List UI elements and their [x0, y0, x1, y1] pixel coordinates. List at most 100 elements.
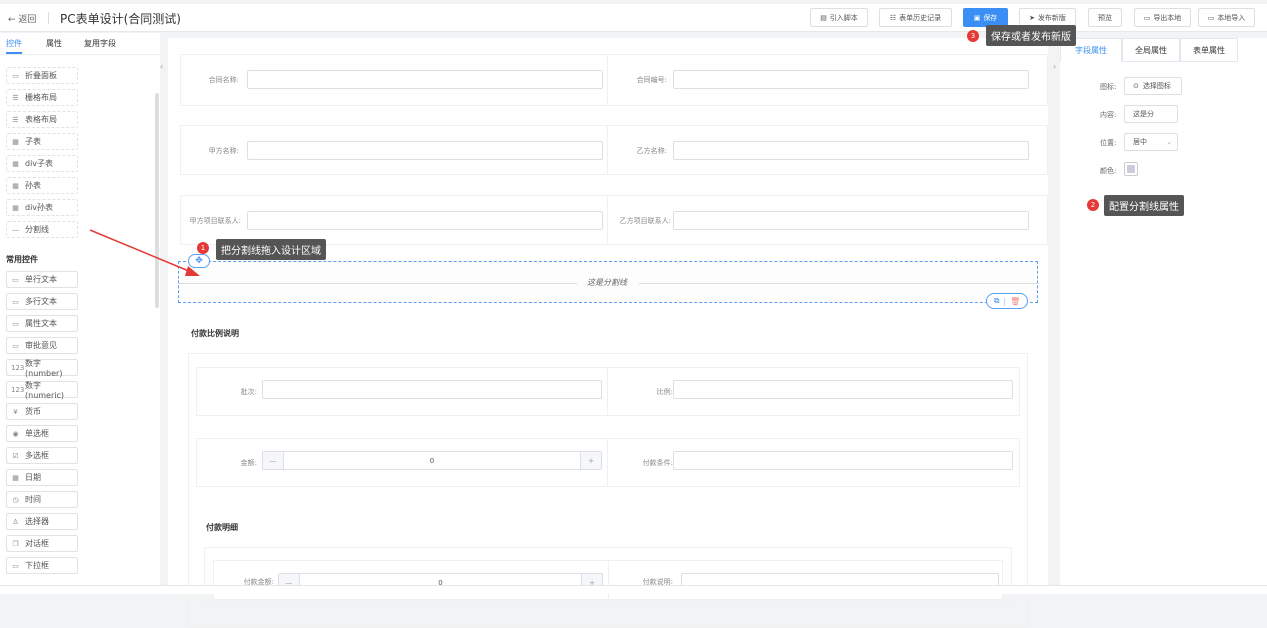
party-a-contact-input[interactable]	[247, 211, 603, 230]
search-icon: ⊙	[1133, 82, 1139, 90]
import-script-button[interactable]: ▤ 引入脚本	[810, 8, 868, 27]
tab-global-properties[interactable]: 全局属性	[1122, 38, 1180, 62]
position-select[interactable]: 居中 ⌄	[1124, 133, 1178, 151]
divider-line	[639, 283, 1039, 284]
amount-value[interactable]: 0	[283, 452, 581, 469]
batch-input[interactable]	[262, 380, 602, 399]
export-local-button[interactable]: ▭ 导出本地	[1134, 8, 1191, 27]
field-label: 乙方项目联系人:	[619, 217, 671, 225]
section-title: 付款明细	[206, 523, 238, 532]
component-item[interactable]: ♙ 选择器	[6, 513, 78, 530]
form-row: 甲方项目联系人: 乙方项目联系人:	[180, 195, 1048, 245]
component-item[interactable]: ▭ 下拉框	[6, 557, 78, 574]
tab-reuse-fields[interactable]: 复用字段	[84, 38, 116, 49]
component-item[interactable]: ▭ 多行文本	[6, 293, 78, 310]
button-label: 预览	[1098, 13, 1112, 22]
color-picker[interactable]	[1124, 162, 1138, 176]
ratio-input[interactable]	[673, 380, 1013, 399]
component-item[interactable]: ▦ div子表	[6, 155, 78, 172]
party-b-contact-input[interactable]	[673, 211, 1029, 230]
component-icon: ☰	[12, 93, 19, 102]
component-item[interactable]: ▭ 审批意见	[6, 337, 78, 354]
button-label: 本地导入	[1217, 13, 1246, 22]
tab-properties[interactable]: 属性	[46, 38, 62, 49]
divider-line	[179, 283, 577, 284]
component-item[interactable]: ◉ 单选框	[6, 425, 78, 442]
scrollbar[interactable]	[155, 93, 159, 308]
tab-form-properties[interactable]: 表单属性	[1180, 38, 1238, 62]
icon-label: 图标:	[1100, 83, 1117, 91]
component-label: 日期	[25, 473, 41, 482]
party-b-name-input[interactable]	[673, 141, 1029, 160]
delete-icon[interactable]: 🗑	[1010, 297, 1020, 306]
component-item[interactable]: ▦ div孙表	[6, 199, 78, 216]
component-item[interactable]: ☰ 表格布局	[6, 111, 78, 128]
content-label: 内容:	[1100, 111, 1117, 119]
button-label: 发布新版	[1037, 13, 1066, 22]
component-actions: ⧉ | 🗑	[986, 293, 1028, 309]
component-item[interactable]: ▭ 单行文本	[6, 271, 78, 288]
component-item[interactable]: ▦ 子表	[6, 133, 78, 150]
component-item[interactable]: ▭ 属性文本	[6, 315, 78, 332]
component-label: 表格布局	[25, 115, 57, 124]
divider-component-selected[interactable]: 这是分割线	[178, 261, 1039, 303]
minus-button[interactable]: —	[263, 452, 283, 469]
component-label: 单行文本	[25, 275, 57, 284]
component-icon: ▭	[12, 319, 19, 328]
step-badge: 2	[1087, 199, 1099, 211]
payment-condition-input[interactable]	[673, 451, 1013, 470]
move-handle-icon[interactable]: ✥	[188, 254, 210, 268]
component-icon: ◉	[12, 429, 19, 438]
contract-name-input[interactable]	[247, 70, 603, 89]
component-label: 分割线	[25, 225, 49, 234]
form-row: 付款金额: —0 + 付款说明:	[213, 560, 1003, 600]
component-icon: ▦	[12, 137, 19, 146]
component-item[interactable]: ◷ 时间	[6, 491, 78, 508]
folder-icon: ▭	[1143, 13, 1151, 22]
component-label: 多选框	[25, 451, 49, 460]
plus-button[interactable]: +	[581, 452, 601, 469]
back-button[interactable]: ← 返回	[8, 12, 36, 25]
component-item[interactable]: 123 数字(numeric)	[6, 380, 78, 400]
form-history-button[interactable]: ☷ 表单历史记录	[879, 8, 952, 27]
party-a-name-input[interactable]	[247, 141, 603, 160]
copy-icon[interactable]: ⧉	[994, 296, 1000, 306]
amount-stepper[interactable]: —0 +	[262, 451, 602, 470]
history-icon: ☷	[889, 13, 897, 22]
component-item[interactable]: ▭ 折叠面板	[6, 67, 78, 84]
content-input[interactable]: 这是分	[1124, 105, 1178, 123]
component-icon: ▭	[12, 275, 19, 284]
component-item[interactable]: — 分割线	[6, 221, 78, 238]
position-value: 居中	[1133, 138, 1147, 146]
field-label: 金额:	[240, 459, 257, 467]
component-icon: ☑	[12, 451, 19, 460]
field-label: 乙方名称:	[636, 147, 667, 155]
tab-controls[interactable]: 控件	[6, 38, 22, 49]
select-icon-button[interactable]: ⊙ 选择图标	[1124, 77, 1182, 95]
collapse-right-icon[interactable]: ›	[1053, 62, 1056, 71]
step-badge: 3	[967, 30, 979, 42]
component-item[interactable]: ❐ 对话框	[6, 535, 78, 552]
collapse-left-icon[interactable]: ‹	[160, 62, 163, 71]
tooltip-save-publish: 保存或者发布新版	[986, 25, 1076, 46]
component-label: 数字(numeric)	[25, 380, 65, 400]
component-label: 孙表	[25, 181, 41, 190]
component-item[interactable]: 123 数字(number)	[6, 359, 78, 378]
component-item[interactable]: ☰ 栅格布局	[6, 89, 78, 106]
button-label: 引入脚本	[829, 13, 858, 22]
component-label: 折叠面板	[25, 71, 57, 80]
component-item[interactable]: ☑ 多选框	[6, 447, 78, 464]
preview-button[interactable]: 预览	[1088, 8, 1122, 27]
field-label: 合同名称:	[208, 76, 239, 84]
component-item[interactable]: ▦ 日期	[6, 469, 78, 486]
form-row: 合同名称: 合同编号:	[180, 54, 1048, 106]
component-icon: ☰	[12, 115, 19, 124]
import-local-button[interactable]: ▭ 本地导入	[1198, 8, 1255, 27]
contract-number-input[interactable]	[673, 70, 1029, 89]
component-item[interactable]: ▦ 孙表	[6, 177, 78, 194]
component-icon: ▭	[12, 297, 19, 306]
component-label: 下拉框	[25, 561, 49, 570]
folder-open-icon: ▭	[1207, 13, 1215, 22]
divider	[48, 12, 49, 24]
component-item[interactable]: ¥ 货币	[6, 403, 78, 420]
